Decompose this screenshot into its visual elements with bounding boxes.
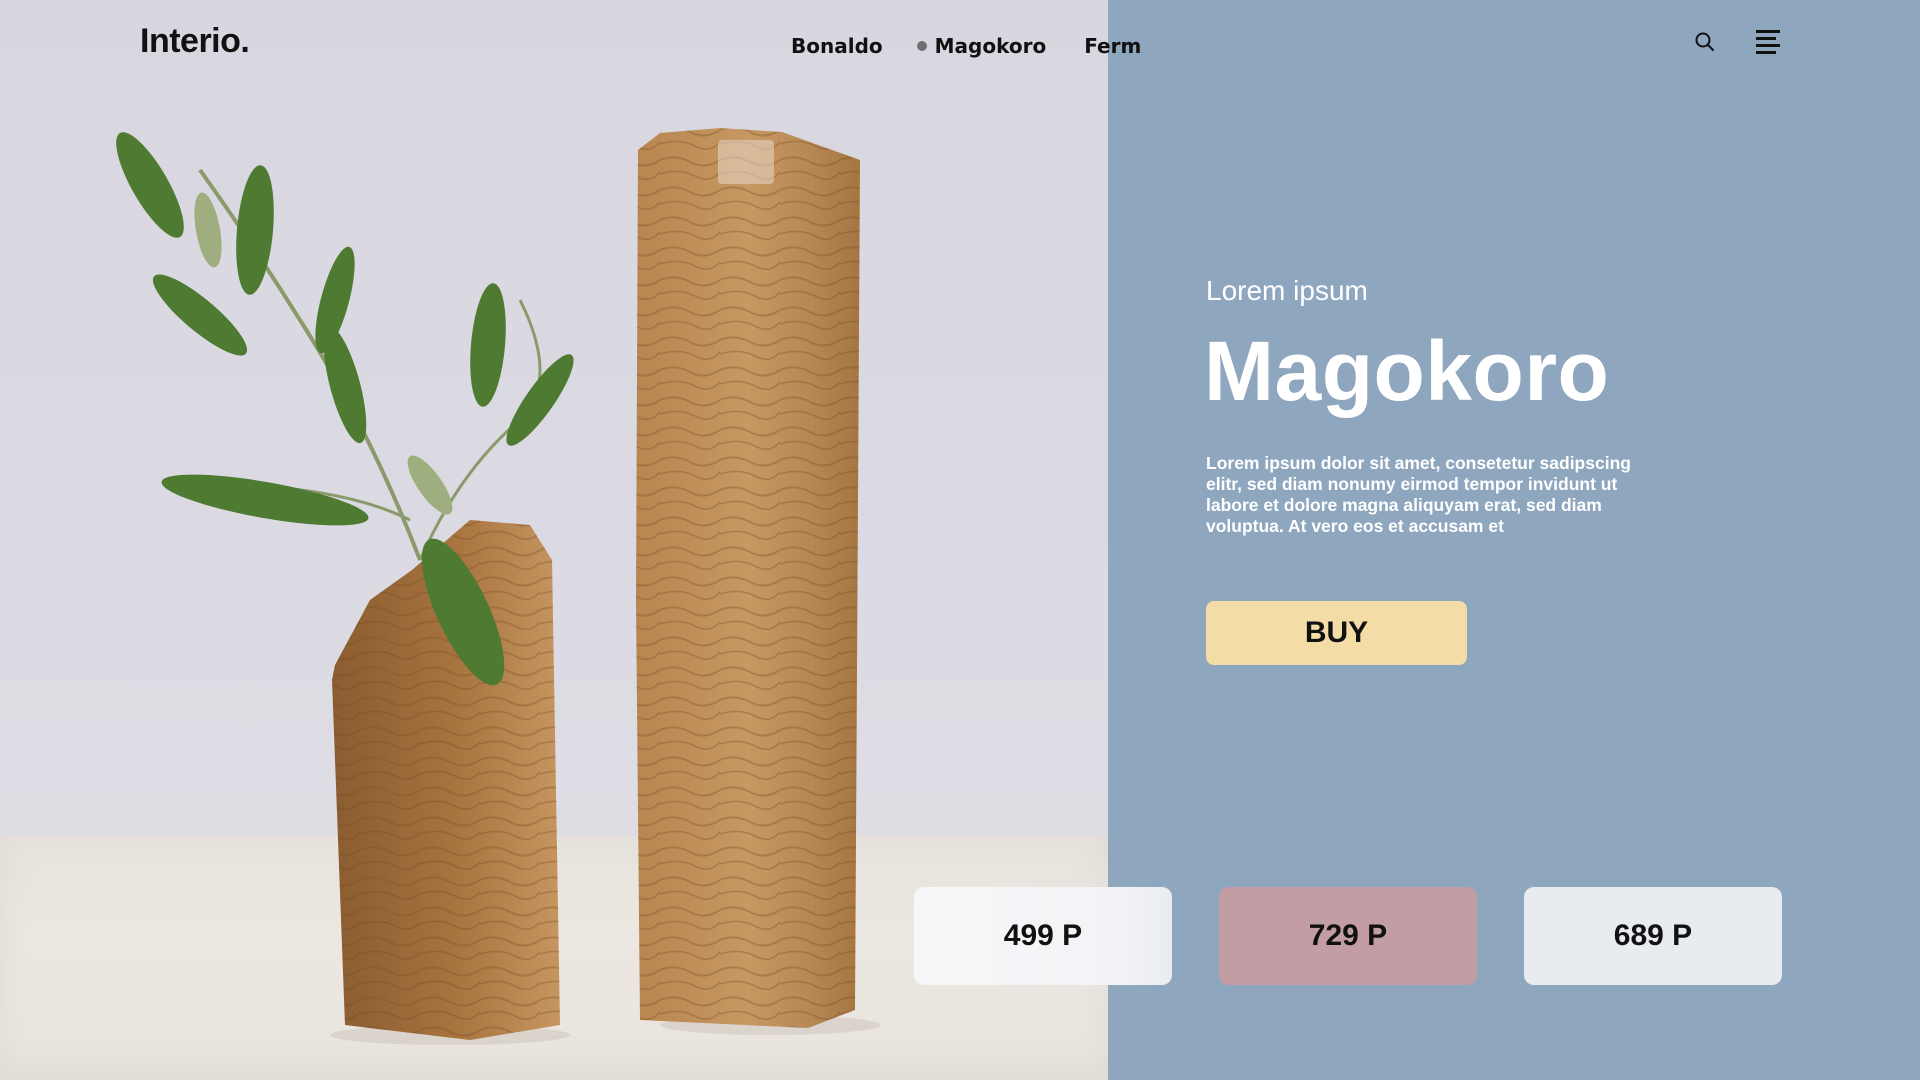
nav-item-label: Magokoro (934, 34, 1047, 58)
product-eyebrow: Lorem ipsum (1206, 275, 1368, 306)
menu-icon[interactable] (1756, 28, 1780, 56)
buy-button[interactable]: BUY (1206, 601, 1467, 665)
nav-item-label: Bonaldo (791, 34, 883, 58)
price-card-729[interactable]: 729 P (1219, 887, 1477, 985)
nav-item-ferm[interactable]: Ferm (1084, 34, 1141, 58)
price-label: 499 P (1003, 919, 1083, 952)
nav-item-bonaldo[interactable]: Bonaldo (791, 34, 883, 58)
price-label: 689 P (1613, 919, 1693, 952)
nav-item-label: Ferm (1084, 34, 1142, 58)
product-title: Magokoro (1204, 324, 1610, 418)
tall-wooden-vase (636, 128, 860, 1028)
price-card-689[interactable]: 689 P (1524, 887, 1782, 985)
product-description: Lorem ipsum dolor sit amet, consetetur s… (1206, 453, 1631, 536)
price-label: 729 P (1308, 919, 1388, 952)
logo[interactable]: Interio. (140, 22, 250, 61)
search-icon[interactable] (1694, 31, 1716, 53)
top-nav: Bonaldo Magokoro Ferm (791, 34, 1141, 58)
active-indicator-dot (916, 41, 927, 51)
nav-item-magokoro[interactable]: Magokoro (916, 34, 1047, 58)
price-card-499[interactable]: 499 P (914, 887, 1172, 985)
